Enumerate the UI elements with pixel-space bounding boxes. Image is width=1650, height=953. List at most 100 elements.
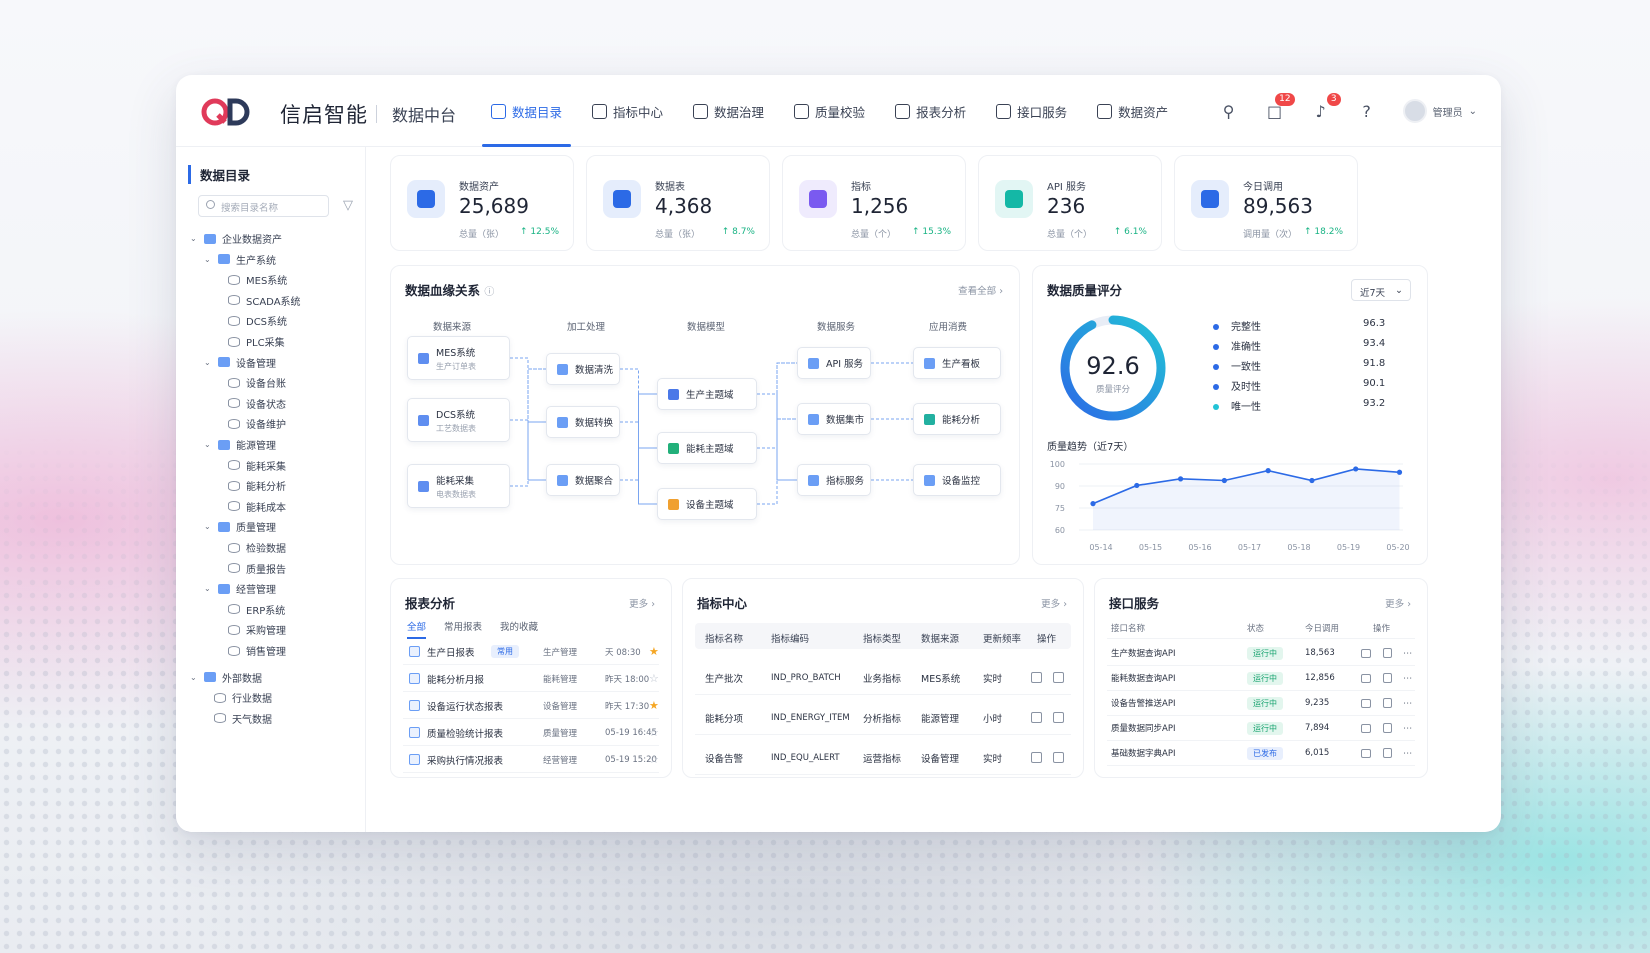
star-icon[interactable]: ★ (649, 699, 659, 712)
tree-node[interactable]: 采购管理 (228, 622, 286, 637)
document-icon[interactable] (1053, 672, 1064, 683)
lineage-model-node[interactable]: 生产主题域 (657, 378, 757, 410)
nav-metrics-center[interactable]: 指标中心 (577, 75, 678, 147)
lineage-service-node[interactable]: API 服务 (797, 347, 871, 379)
kpi-card[interactable]: 今日调用 89,563 调用量（次） ↑ 18.2% (1174, 155, 1358, 251)
star-icon[interactable]: ☆ (649, 672, 659, 685)
document-icon[interactable] (1383, 648, 1392, 658)
nav-report-analysis[interactable]: 报表分析 (880, 75, 981, 147)
tree-node[interactable]: 天气数据 (214, 711, 272, 726)
lineage-source-node[interactable]: 能耗采集 电表数据表 (407, 464, 510, 508)
kpi-card[interactable]: 数据资产 25,689 总量（张） ↑ 12.5% (390, 155, 574, 251)
tree-node[interactable]: MES系统 (228, 272, 287, 287)
monitor-icon[interactable] (1361, 648, 1371, 658)
search-input[interactable]: 搜索目录名称 (198, 195, 329, 217)
tree-node[interactable]: 设备台账 (228, 375, 286, 390)
more-icon[interactable]: ⋯ (1403, 698, 1413, 709)
lineage-app-node[interactable]: 能耗分析 (913, 403, 1001, 435)
kpi-card[interactable]: 数据表 4,368 总量（张） ↑ 8.7% (586, 155, 770, 251)
tab-all[interactable]: 全部 (407, 619, 427, 639)
lineage-service-node[interactable]: 指标服务 (797, 464, 871, 496)
nav-data-catalog[interactable]: 数据目录 (476, 75, 577, 147)
cube-icon[interactable] (1031, 752, 1042, 763)
tree-node[interactable]: SCADA系统 (228, 293, 301, 308)
tree-node[interactable]: ⌄ 企业数据资产 (190, 231, 282, 246)
more-link[interactable]: 更多 › (1385, 596, 1411, 610)
trend-point[interactable] (1177, 476, 1184, 482)
tree-node[interactable]: 能耗分析 (228, 478, 286, 493)
nav-quality-check[interactable]: 质量校验 (779, 75, 880, 147)
document-icon[interactable] (1383, 723, 1392, 733)
tree-node[interactable]: 设备维护 (228, 416, 286, 431)
tree-node[interactable]: ERP系统 (228, 602, 285, 617)
more-link[interactable]: 更多 › (1041, 596, 1067, 610)
star-icon[interactable]: ★ (649, 645, 659, 658)
trend-point[interactable] (1221, 477, 1227, 484)
monitor-icon[interactable] (1361, 748, 1371, 758)
tree-node[interactable]: ⌄ 设备管理 (204, 355, 276, 370)
tree-node[interactable]: ⌄ 经营管理 (204, 581, 276, 596)
star-icon[interactable]: ☆ (649, 753, 659, 766)
range-select[interactable]: 近7天 ⌄ (1351, 279, 1411, 301)
lineage-app-node[interactable]: 设备监控 (913, 464, 1001, 496)
tree-node[interactable]: ⌄ 能源管理 (204, 437, 276, 452)
cube-icon[interactable] (1031, 672, 1042, 683)
trend-point[interactable] (1265, 468, 1271, 474)
document-icon[interactable] (1383, 673, 1392, 683)
search-icon[interactable]: ⚲ (1219, 101, 1239, 121)
document-icon[interactable] (1053, 712, 1064, 723)
tree-node[interactable]: 设备状态 (228, 396, 286, 411)
more-link[interactable]: 更多 › (629, 596, 655, 610)
lineage-process-node[interactable]: 数据聚合 (546, 464, 620, 496)
help-icon[interactable]: ? (1357, 101, 1377, 121)
table-row[interactable]: 设备运行状态报表 设备管理 昨天 17:30 ★ (403, 693, 659, 719)
table-row[interactable]: 生产日报表 常用 生产管理 天 08:30 ★ (403, 639, 659, 665)
kpi-card[interactable]: API 服务 236 总量（个） ↑ 6.1% (978, 155, 1162, 251)
table-row[interactable]: 基础数据字典API 已发布 6,015 ⋯ (1107, 741, 1415, 766)
table-row[interactable]: 质量数据同步API 运行中 7,894 ⋯ (1107, 716, 1415, 741)
lineage-process-node[interactable]: 数据清洗 (546, 353, 620, 385)
tab-common[interactable]: 常用报表 (444, 619, 482, 639)
nav-data-governance[interactable]: 数据治理 (678, 75, 779, 147)
cube-icon[interactable] (1031, 712, 1042, 723)
tree-node[interactable]: 质量报告 (228, 561, 286, 576)
monitor-icon[interactable] (1361, 673, 1371, 683)
tree-node[interactable]: ⌄ 质量管理 (204, 519, 276, 534)
filter-icon[interactable]: ▽ (343, 198, 353, 213)
trend-point[interactable] (1309, 477, 1315, 484)
tree-node[interactable]: PLC采集 (228, 334, 285, 349)
table-row[interactable]: 质量检验统计报表 质量管理 05-19 16:45 ☆ (403, 720, 659, 746)
table-row[interactable]: 生产数据查询API 运行中 18,563 ⋯ (1107, 641, 1415, 666)
table-row[interactable]: 能耗数据查询API 运行中 12,856 ⋯ (1107, 666, 1415, 691)
trend-point[interactable] (1353, 466, 1359, 472)
table-row[interactable]: 设备告警推送API 运行中 9,235 ⋯ (1107, 691, 1415, 716)
trend-point[interactable] (1396, 469, 1403, 475)
trend-point[interactable] (1134, 482, 1140, 489)
table-row[interactable]: 能耗分析月报 能耗管理 昨天 18:00 ☆ (403, 666, 659, 692)
tree-node[interactable]: 检验数据 (228, 540, 286, 555)
table-row[interactable]: 设备告警 IND_EQU_ALERT 运营指标 设备管理 实时 (695, 741, 1071, 775)
document-icon[interactable] (1053, 752, 1064, 763)
monitor-icon[interactable] (1361, 723, 1371, 733)
lineage-source-node[interactable]: MES系统 生产订单表 (407, 336, 510, 380)
trend-point[interactable] (1090, 501, 1096, 507)
lineage-service-node[interactable]: 数据集市 (797, 403, 871, 435)
tab-favorites[interactable]: 我的收藏 (500, 619, 538, 639)
lineage-process-node[interactable]: 数据转换 (546, 406, 620, 438)
more-icon[interactable]: ⋯ (1403, 748, 1413, 759)
tree-node[interactable]: 行业数据 (214, 690, 272, 705)
document-icon[interactable] (1383, 748, 1392, 758)
document-icon[interactable] (1383, 698, 1392, 708)
monitor-icon[interactable] (1361, 698, 1371, 708)
user-menu[interactable]: 管理员 ⌄ (1402, 99, 1477, 123)
more-icon[interactable]: ⋯ (1403, 673, 1413, 684)
table-row[interactable]: 能耗分项 IND_ENERGY_ITEM 分析指标 能源管理 小时 (695, 701, 1071, 735)
lineage-model-node[interactable]: 设备主题域 (657, 488, 757, 520)
table-row[interactable]: 生产批次 IND_PRO_BATCH 业务指标 MES系统 实时 (695, 661, 1071, 695)
tree-node[interactable]: 销售管理 (228, 643, 286, 658)
kpi-card[interactable]: 指标 1,256 总量（个） ↑ 15.3% (782, 155, 966, 251)
bell-icon[interactable]: ♪ 3 (1311, 93, 1341, 121)
lineage-model-node[interactable]: 能耗主题域 (657, 432, 757, 464)
table-row[interactable]: 采购执行情况报表 经营管理 05-19 15:20 ☆ (403, 747, 659, 773)
nav-api-service[interactable]: 接口服务 (981, 75, 1082, 147)
